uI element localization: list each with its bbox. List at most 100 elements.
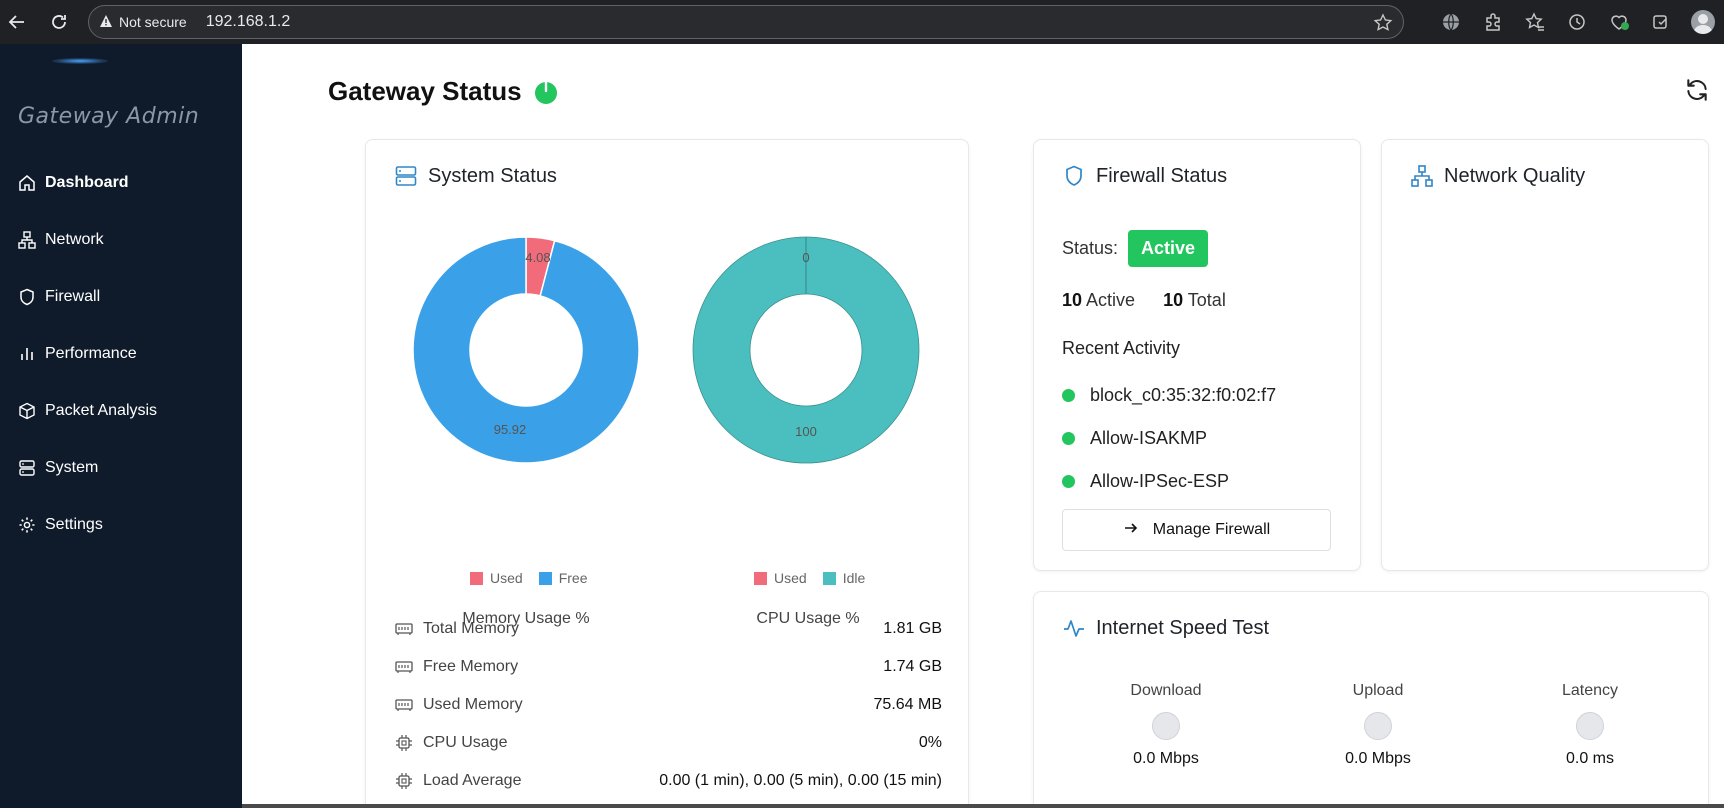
status-dot (1062, 475, 1075, 488)
button-label: Manage Firewall (1152, 521, 1271, 538)
sidebar-nav: Dashboard Network Firewall Performance P… (0, 154, 242, 553)
legend-swatch (822, 572, 836, 585)
data-label: 0 (802, 250, 809, 265)
sidebar-item-label: Settings (45, 515, 103, 533)
stat-value: 1.81 GB (883, 620, 942, 637)
stat-row: CPU Usage 0% (394, 724, 942, 762)
firewall-status-card: Firewall Status Status: Active 10 Active… (1033, 139, 1361, 571)
manage-firewall-button[interactable]: Manage Firewall (1062, 509, 1331, 551)
legend-swatch (538, 572, 552, 585)
cpu-legend: Used Idle (754, 570, 865, 586)
status-dot (1062, 432, 1075, 445)
metric-indicator (1152, 712, 1180, 740)
firewall-rule-counts: 10 Active 10 Total (1062, 290, 1226, 311)
card-title-text: Network Quality (1444, 164, 1586, 187)
list-item: Allow-IPSec-ESP (1062, 460, 1276, 503)
bar-chart-icon (17, 344, 37, 364)
brand-logo-glow (52, 58, 108, 64)
metric-indicator (1576, 712, 1604, 740)
refresh-icon[interactable] (1684, 77, 1710, 103)
recent-activity-list: block_c0:35:32:f0:02:f7 Allow-ISAKMP All… (1062, 374, 1276, 503)
security-indicator[interactable]: Not secure (99, 14, 202, 31)
sidebar-item-packet-analysis[interactable]: Packet Analysis (0, 382, 242, 439)
avatar (1691, 10, 1715, 34)
legend-label: Used (490, 570, 523, 586)
stat-label: Total Memory (423, 620, 520, 637)
stat-row: Free Memory 1.74 GB (394, 648, 942, 686)
server-icon (394, 164, 418, 188)
profile-avatar[interactable] (1682, 0, 1724, 44)
legend-item-idle[interactable]: Idle (822, 570, 865, 586)
card-title: Internet Speed Test (1062, 616, 1269, 640)
stat-label: Free Memory (423, 658, 519, 675)
memory-legend: Used Free (470, 570, 587, 586)
sidebar-item-label: System (45, 458, 99, 476)
cpu-icon (394, 733, 414, 753)
speed-test-card: Internet Speed Test Download 0.0 Mbps Up… (1033, 591, 1709, 808)
sidebar-item-label: Firewall (45, 287, 101, 305)
memory-icon (394, 657, 414, 677)
sidebar-item-system[interactable]: System (0, 439, 242, 496)
system-status-card: System Status 4.08 95.92 0 100 Used Free U… (365, 139, 969, 808)
legend-label: Used (774, 570, 807, 586)
data-label: 4.08 (525, 250, 550, 265)
sidebar-item-performance[interactable]: Performance (0, 325, 242, 382)
warning-icon (99, 14, 113, 31)
sidebar-item-label: Packet Analysis (45, 401, 158, 419)
status-label: Status: (1062, 238, 1119, 258)
sidebar-item-label: Network (45, 230, 104, 248)
sidebar: Gateway Admin Dashboard Network Firewall… (0, 44, 242, 808)
speed-metric-latency: Latency 0.0 ms (1484, 682, 1696, 768)
cpu-icon (394, 771, 414, 791)
stat-label: CPU Usage (423, 734, 508, 751)
back-icon[interactable] (4, 9, 30, 35)
recent-activity-title: Recent Activity (1062, 338, 1181, 358)
shield-icon (17, 287, 37, 307)
stat-row: Load Average 0.00 (1 min), 0.00 (5 min), … (394, 762, 942, 800)
legend-item-used[interactable]: Used (754, 570, 807, 586)
history-icon[interactable] (1556, 0, 1598, 44)
legend-item-free[interactable]: Free (538, 570, 587, 586)
sidebar-item-dashboard[interactable]: Dashboard (0, 154, 242, 211)
active-count-label: Active (1086, 290, 1136, 310)
brand-title: Gateway Admin (18, 104, 200, 129)
legend-item-used[interactable]: Used (470, 570, 523, 586)
extensions-icon[interactable] (1472, 0, 1514, 44)
stat-row: Total Memory 1.81 GB (394, 610, 942, 648)
cpu-donut-chart: 0 100 (692, 236, 920, 464)
url-text[interactable]: 192.168.1.2 (206, 13, 291, 31)
sidebar-item-firewall[interactable]: Firewall (0, 268, 242, 325)
sidebar-item-label: Dashboard (45, 173, 129, 191)
shield-icon (1062, 164, 1086, 188)
address-bar[interactable]: Not secure 192.168.1.2 (88, 5, 1404, 39)
copilot-icon[interactable] (1640, 0, 1682, 44)
card-title-text: Firewall Status (1096, 164, 1228, 187)
home-icon (17, 173, 37, 193)
bookmark-star-icon[interactable] (1373, 13, 1393, 38)
globe-icon[interactable] (1430, 0, 1472, 44)
metric-value: 0.0 Mbps (1133, 750, 1199, 767)
main-content: Gateway Status System Status 4.08 95.92 0… (242, 44, 1724, 808)
speed-metric-download: Download 0.0 Mbps (1060, 682, 1272, 768)
server-icon (17, 458, 37, 478)
firewall-status-row: Status: Active (1062, 230, 1209, 267)
favorites-icon[interactable] (1514, 0, 1556, 44)
total-count: 10 Total (1163, 290, 1226, 311)
bottom-scroll-strip (242, 804, 1724, 808)
sidebar-item-settings[interactable]: Settings (0, 496, 242, 553)
sidebar-item-label: Performance (45, 344, 137, 362)
stat-value: 0.00 (1 min), 0.00 (5 min), 0.00 (15 min… (659, 772, 942, 789)
sidebar-item-network[interactable]: Network (0, 211, 242, 268)
legend-swatch (470, 572, 483, 585)
page-title-text: Gateway Status (328, 76, 522, 106)
metric-label: Latency (1561, 682, 1619, 699)
memory-icon (394, 619, 414, 639)
memory-icon (394, 695, 414, 715)
health-icon[interactable] (1598, 0, 1640, 44)
page-title: Gateway Status (328, 76, 558, 107)
reload-icon[interactable] (46, 9, 72, 35)
list-item: Allow-ISAKMP (1062, 417, 1276, 460)
power-status-icon (534, 80, 558, 104)
speed-metrics: Download 0.0 Mbps Upload 0.0 Mbps Latenc… (1034, 682, 1710, 768)
rule-name: Allow-ISAKMP (1090, 428, 1208, 448)
